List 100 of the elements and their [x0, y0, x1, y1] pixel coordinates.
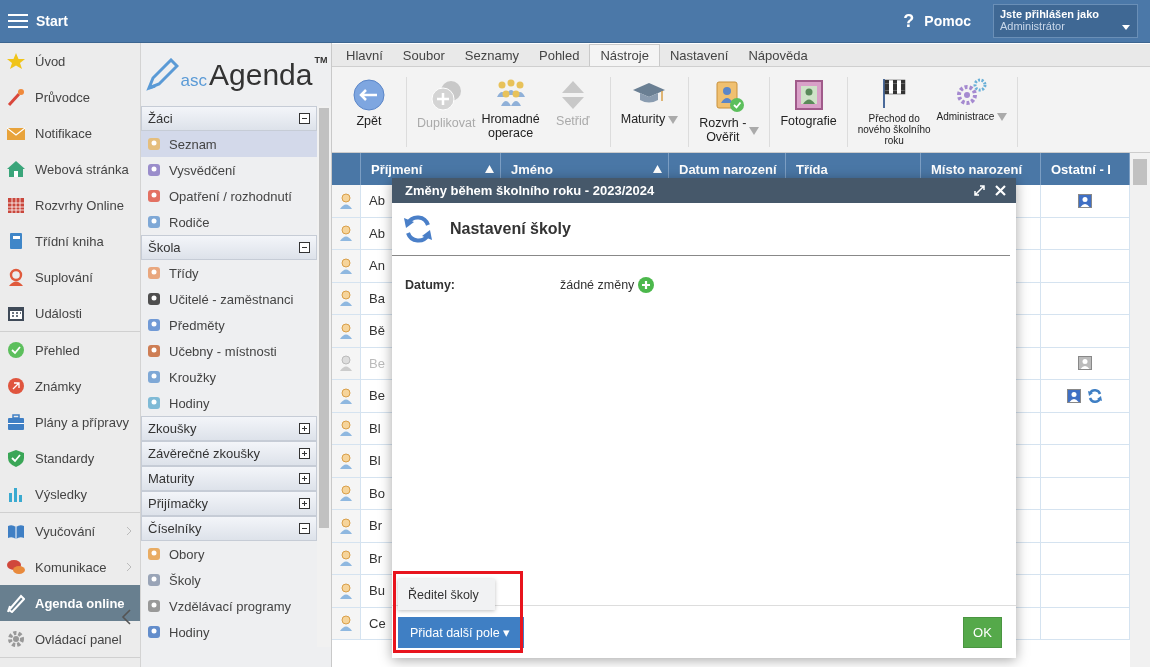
help-link[interactable]: ? Pomoc [903, 10, 971, 32]
dropdown-caret-icon [1122, 25, 1130, 30]
tree-item[interactable]: Vysvědčení [141, 157, 317, 183]
chat-bubbles-icon [7, 557, 25, 577]
table-cell: An [369, 258, 385, 274]
tree-item[interactable]: Školy [141, 567, 317, 593]
table-cell: Br [369, 518, 382, 534]
item-icon [146, 546, 162, 562]
tab[interactable]: Nápověda [738, 44, 818, 66]
maximize-icon[interactable] [974, 185, 985, 196]
group-header[interactable]: Přijímačky [141, 491, 317, 516]
nav-item[interactable]: Výsledky [0, 476, 140, 512]
person-icon [7, 267, 25, 287]
item-icon [146, 162, 162, 178]
tree-item[interactable]: Kroužky [141, 364, 317, 390]
nav-item[interactable]: Rozvrhy Online [0, 187, 140, 223]
tree-item[interactable]: Rodiče [141, 209, 317, 235]
tree-item[interactable]: Učitelé - zaměstnanci [141, 286, 317, 312]
tab[interactable]: Pohled [529, 44, 590, 66]
nav-item[interactable]: Suplování [0, 259, 140, 295]
chevron-right-icon [126, 526, 132, 536]
dropdown-caret-icon [668, 115, 679, 124]
nav-item[interactable]: Události [0, 295, 140, 331]
table-cell: Ab [369, 193, 385, 209]
table-cell: Bl [369, 453, 381, 469]
dialog-title: Změny během školního roku - 2023/2024 [405, 183, 656, 198]
sort-arrows-icon [559, 79, 586, 111]
ribbon-button[interactable]: Zpět [342, 77, 396, 147]
star-icon [7, 51, 25, 71]
group-header[interactable]: Závěrečné zkoušky [141, 441, 317, 466]
scrollbar[interactable] [1130, 153, 1150, 667]
table-cell: Bo [369, 485, 385, 501]
tab[interactable]: Nastavení [659, 44, 739, 66]
field-label: Datumy: [405, 278, 456, 292]
close-icon[interactable] [995, 185, 1006, 196]
tree-item[interactable]: Hodiny [141, 619, 317, 645]
briefcase-icon [7, 412, 25, 432]
nav-item[interactable]: Standardy [0, 440, 140, 476]
ribbon-button[interactable]: Rozvrh - Ověřit [699, 77, 760, 147]
item-icon [146, 136, 162, 152]
nav-item[interactable]: Průvodce [0, 79, 140, 115]
tab[interactable]: Seznamy [454, 44, 529, 66]
group-header[interactable]: Žáci [141, 106, 317, 131]
item-icon [146, 265, 162, 281]
settings-icon [7, 629, 25, 649]
tree-item[interactable]: Třídy [141, 260, 317, 286]
tree-item[interactable]: Seznam [141, 131, 317, 157]
dropdown-caret-icon [749, 126, 760, 135]
nav-item[interactable]: Třídní kniha [0, 223, 140, 259]
nav-item[interactable]: Agenda online [0, 585, 140, 621]
tree-item[interactable]: Vzdělávací programy [141, 593, 317, 619]
user-menu[interactable]: Jste přihlášen jako Administrátor [993, 4, 1138, 38]
notebook-icon [7, 231, 25, 251]
add-field-button[interactable]: Přidat další pole ▾ [398, 616, 525, 648]
item-icon [146, 598, 162, 614]
group-header[interactable]: Škola [141, 235, 317, 260]
sync-icon [402, 213, 434, 245]
house-icon [7, 159, 25, 179]
chevron-right-icon [126, 562, 132, 572]
tab[interactable]: Soubor [392, 44, 455, 66]
nav-item[interactable]: Komunikace [0, 549, 140, 585]
nav-item[interactable]: Úvod [0, 43, 140, 79]
table-cell: Be [369, 355, 385, 371]
menu-item[interactable]: Ředitel školy [398, 579, 495, 610]
tab[interactable]: Nástroje [589, 44, 660, 66]
table-cell: Br [369, 550, 382, 566]
nav-item[interactable]: Ovládací panel [0, 621, 140, 657]
tree-item[interactable]: Hodiny [141, 390, 317, 416]
tree-item[interactable]: Předměty [141, 312, 317, 338]
collapse-icon[interactable] [120, 609, 132, 625]
ribbon-button[interactable]: Přechod do nového školního roku [857, 77, 931, 147]
portrait-frame-icon [793, 79, 824, 111]
group-header[interactable]: Zkoušky [141, 416, 317, 441]
nav-item[interactable]: Známky [0, 368, 140, 404]
check-circle-icon [7, 340, 25, 360]
group-header[interactable]: Maturity [141, 466, 317, 491]
ribbon-button[interactable]: Administrace [936, 77, 1008, 147]
gears-icon [954, 77, 989, 107]
nav-item[interactable]: Webová stránka [0, 151, 140, 187]
tree-item[interactable]: Opatření / rozhodnutí [141, 183, 317, 209]
nav-item[interactable]: Plány a přípravy [0, 404, 140, 440]
menu-icon[interactable] [8, 13, 28, 29]
item-icon [146, 317, 162, 333]
tree-item[interactable]: Učebny - místnosti [141, 338, 317, 364]
item-icon [146, 624, 162, 640]
add-icon[interactable] [638, 277, 655, 293]
tree-item[interactable]: Obory [141, 541, 317, 567]
table-cell: Bě [369, 323, 385, 339]
table-cell: Be [369, 388, 385, 404]
nav-item[interactable]: Notifikace [0, 115, 140, 151]
field-value: žádné změny [560, 278, 635, 292]
nav-item[interactable]: Přehled [0, 332, 140, 368]
item-icon [146, 343, 162, 359]
tab[interactable]: Hlavní [336, 44, 393, 66]
nav-item[interactable]: Vyučování [0, 513, 140, 549]
ribbon-button[interactable]: Fotografie [780, 77, 837, 147]
ribbon-button[interactable]: Hromadné operace [481, 77, 540, 147]
ribbon-button[interactable]: Maturity [620, 77, 679, 147]
group-header[interactable]: Číselníky [141, 516, 317, 541]
table-cell: Ab [369, 225, 385, 241]
